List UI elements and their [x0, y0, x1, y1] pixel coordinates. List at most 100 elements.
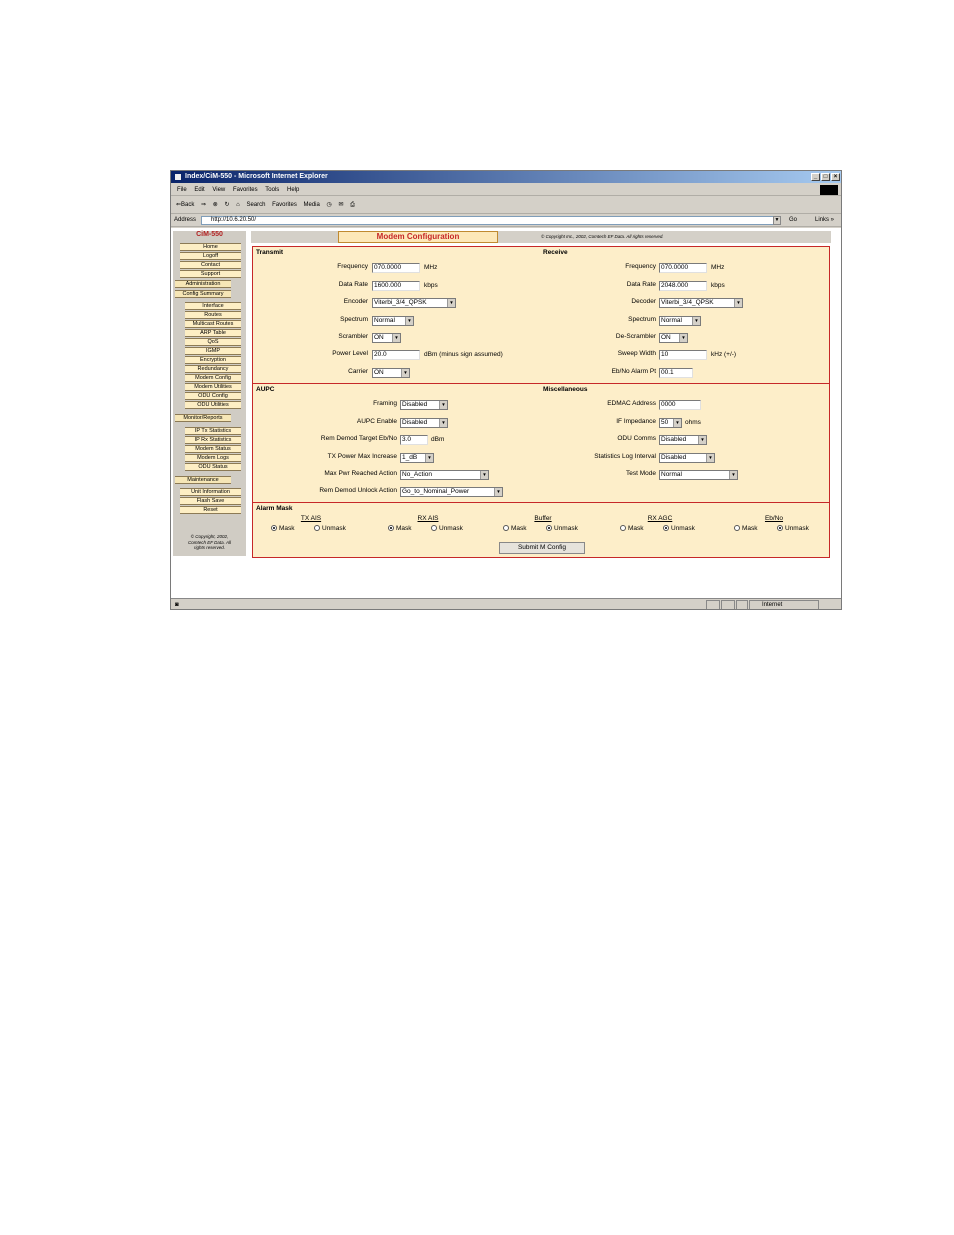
sidebar-item-interface[interactable]: Interface: [185, 302, 241, 310]
sidebar-item-home[interactable]: Home: [180, 243, 241, 251]
rx-datarate-input[interactable]: 2048.000: [659, 281, 707, 291]
config-panel: Transmit Receive Frequency 070.0000 MHz …: [252, 246, 830, 558]
alarm-rx-ais-mask-radio[interactable]: Mask: [388, 525, 412, 532]
history-icon[interactable]: ◷: [327, 202, 332, 208]
address-label: Address: [174, 217, 197, 223]
menu-file[interactable]: File: [177, 187, 187, 193]
back-button[interactable]: ⇐Back: [176, 202, 194, 208]
mail-icon[interactable]: ✉: [338, 202, 343, 208]
ebno-alarm-input[interactable]: 00.1: [659, 368, 693, 378]
menu-help[interactable]: Help: [287, 187, 299, 193]
rx-spectrum-select[interactable]: Normal ▼: [659, 316, 701, 326]
menu-bar: File Edit View Favorites Tools Help: [171, 184, 841, 196]
sweep-width-input[interactable]: 10: [659, 350, 707, 360]
sidebar-item-reset[interactable]: Reset: [180, 506, 241, 514]
sidebar-item-modem-config[interactable]: Modem Config: [185, 374, 241, 382]
max-increase-select[interactable]: 1_dB ▼: [400, 453, 434, 463]
sidebar-item-encryption[interactable]: Encryption: [185, 356, 241, 364]
if-impedance-select[interactable]: 50 ▼: [659, 418, 682, 428]
sidebar-item-administration[interactable]: Administration: [175, 280, 231, 288]
sidebar-item-contact[interactable]: Contact: [180, 261, 241, 269]
links-button[interactable]: Links »: [815, 214, 834, 227]
home-icon[interactable]: ⌂: [236, 202, 240, 208]
radio-label: Mask: [279, 525, 295, 532]
decoder-select[interactable]: Viterbi_3/4_QPSK ▼: [659, 298, 743, 308]
tx-datarate-input[interactable]: 1600.000: [372, 281, 420, 291]
sidebar-item-redundancy[interactable]: Redundancy: [185, 365, 241, 373]
tx-frequency-input[interactable]: 070.0000: [372, 263, 420, 273]
rx-frequency-input[interactable]: 070.0000: [659, 263, 707, 273]
alarm-tx-ais-mask-radio[interactable]: Mask: [271, 525, 295, 532]
sidebar-item-ip-rx-statistics[interactable]: IP Rx Statistics: [185, 436, 241, 444]
max-power-action-select[interactable]: No_Action ▼: [400, 470, 489, 480]
submit-config-button[interactable]: Submit M Config: [499, 542, 585, 554]
go-button[interactable]: Go: [789, 214, 797, 227]
aupc-title: AUPC: [256, 386, 275, 393]
odu-comms-select[interactable]: Disabled ▼: [659, 435, 707, 445]
sidebar-item-support[interactable]: Support: [180, 270, 241, 278]
target-ebno-input[interactable]: 3.0: [400, 435, 428, 445]
statistics-log-select[interactable]: Disabled ▼: [659, 453, 715, 463]
carrier-select[interactable]: ON ▼: [372, 368, 410, 378]
aupc-enable-select[interactable]: Disabled ▼: [400, 418, 448, 428]
sidebar-item-odu-utilities[interactable]: ODU Utilities: [185, 401, 241, 409]
menu-edit[interactable]: Edit: [194, 187, 204, 193]
alarm-rx-ais-unmask-radio[interactable]: Unmask: [431, 525, 463, 532]
forward-button[interactable]: ⇒: [201, 202, 206, 208]
sidebar-item-ip-tx-statistics[interactable]: IP Tx Statistics: [185, 427, 241, 435]
minimize-button[interactable]: _: [811, 173, 820, 181]
sidebar-item-modem-logs[interactable]: Modem Logs: [185, 454, 241, 462]
test-mode-label: Test Mode: [626, 470, 656, 477]
framing-select[interactable]: Disabled ▼: [400, 400, 448, 410]
sidebar-item-flash-save[interactable]: Flash Save: [180, 497, 241, 505]
alarm-buffer-unmask-radio[interactable]: Unmask: [546, 525, 578, 532]
sidebar-item-monitor-reports[interactable]: Monitor/Reports: [175, 414, 231, 422]
header-copyright: © Copyright Inc., 2002, Comtech EF Data.…: [541, 234, 664, 239]
sidebar-item-arp-table[interactable]: ARP Table: [185, 329, 241, 337]
radio-label: Unmask: [671, 525, 695, 532]
sidebar-item-routes[interactable]: Routes: [185, 311, 241, 319]
menu-view[interactable]: View: [212, 187, 225, 193]
edmac-input[interactable]: 0000: [659, 400, 701, 410]
sidebar-item-maintenance[interactable]: Maintenance: [175, 476, 231, 484]
menu-tools[interactable]: Tools: [265, 187, 279, 193]
sidebar-item-modem-utilities[interactable]: Modem Utilities: [185, 383, 241, 391]
descrambler-select[interactable]: ON ▼: [659, 333, 688, 343]
alarm-tx-ais-unmask-radio[interactable]: Unmask: [314, 525, 346, 532]
unlock-action-select[interactable]: Go_to_Nominal_Power ▼: [400, 487, 503, 497]
chevron-down-icon: ▼: [439, 419, 447, 427]
media-button[interactable]: Media: [304, 202, 320, 208]
menu-favorites[interactable]: Favorites: [233, 187, 258, 193]
sidebar-item-igmp[interactable]: IGMP: [185, 347, 241, 355]
test-mode-select[interactable]: Normal ▼: [659, 470, 738, 480]
favorites-button[interactable]: Favorites: [272, 202, 297, 208]
sidebar-item-qos[interactable]: QoS: [185, 338, 241, 346]
search-button[interactable]: Search: [246, 202, 265, 208]
tx-spectrum-select[interactable]: Normal ▼: [372, 316, 414, 326]
sidebar-item-unit-information[interactable]: Unit Information: [180, 488, 241, 496]
refresh-icon[interactable]: ↻: [224, 202, 229, 208]
close-button[interactable]: ×: [831, 173, 840, 181]
address-dropdown-icon[interactable]: ▼: [773, 216, 781, 225]
sidebar-item-odu-config[interactable]: ODU Config: [185, 392, 241, 400]
scrambler-select[interactable]: ON ▼: [372, 333, 401, 343]
sidebar-item-odu-status[interactable]: ODU Status: [185, 463, 241, 471]
encoder-select[interactable]: Viterbi_3/4_QPSK ▼: [372, 298, 456, 308]
encoder-value: Viterbi_3/4_QPSK: [374, 299, 427, 306]
power-level-input[interactable]: 20.0: [372, 350, 420, 360]
sidebar-item-modem-status[interactable]: Modem Status: [185, 445, 241, 453]
page-icon: ◙: [175, 602, 179, 608]
sidebar-item-logoff[interactable]: Logoff: [180, 252, 241, 260]
alarm-buffer-mask-radio[interactable]: Mask: [503, 525, 527, 532]
address-input[interactable]: http://10.6.20.50/: [201, 216, 781, 225]
print-icon[interactable]: ⎙: [350, 202, 355, 208]
alarm-rx-agc-unmask-radio[interactable]: Unmask: [663, 525, 695, 532]
alarm-rx-agc-mask-radio[interactable]: Mask: [620, 525, 644, 532]
sidebar-item-multicast-routes[interactable]: Multicast Routes: [185, 320, 241, 328]
alarm-eb-no-mask-radio[interactable]: Mask: [734, 525, 758, 532]
descrambler-label: De-Scrambler: [615, 333, 656, 340]
maximize-button[interactable]: □: [821, 173, 830, 181]
stop-icon[interactable]: ⊗: [213, 202, 218, 208]
sidebar-item-config-summary[interactable]: Config Summary: [175, 290, 231, 298]
alarm-eb-no-unmask-radio[interactable]: Unmask: [777, 525, 809, 532]
